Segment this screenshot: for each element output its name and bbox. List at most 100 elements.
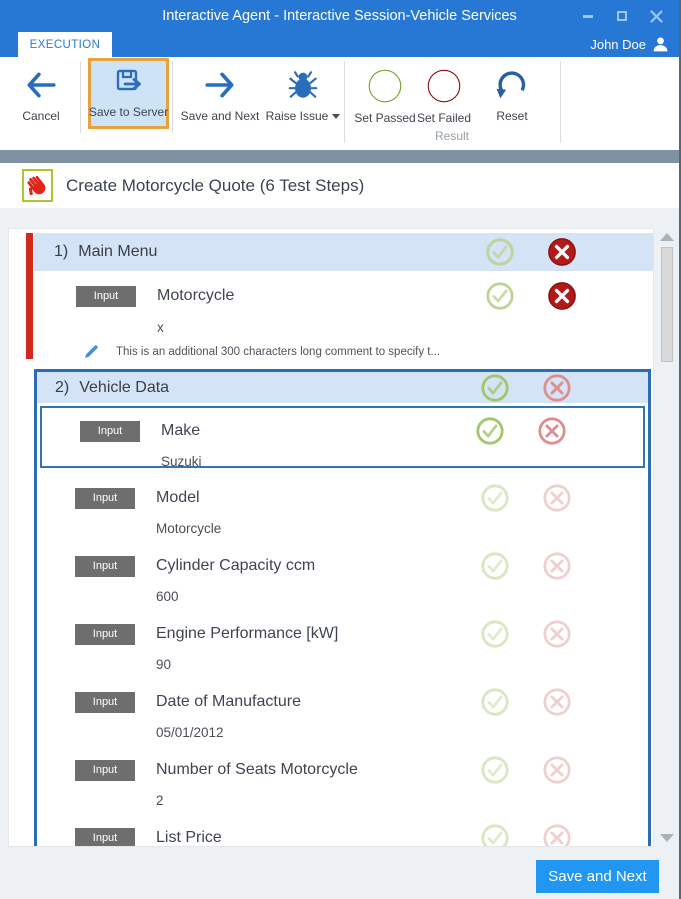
input-value: 600	[156, 589, 179, 604]
manual-step-box	[22, 169, 53, 202]
failed-indicator-bar	[26, 233, 33, 359]
content-gap	[0, 208, 679, 228]
input-label: Cylinder Capacity ccm	[156, 557, 316, 574]
save-and-next-footer-button[interactable]: Save and Next	[536, 860, 659, 893]
set-failed-label: Set Failed	[416, 111, 472, 125]
save-icon	[116, 69, 141, 91]
pass-icon[interactable]	[485, 281, 515, 311]
step-number: 2)	[55, 378, 70, 396]
pass-icon[interactable]	[480, 619, 510, 649]
fail-icon[interactable]	[542, 687, 572, 717]
pass-icon[interactable]	[480, 687, 510, 717]
fail-icon[interactable]	[537, 416, 567, 446]
arrow-right-icon	[205, 72, 234, 98]
fail-icon[interactable]	[547, 237, 577, 267]
input-row-motorcycle[interactable]: Input Motorcycle x This is an additional…	[34, 281, 653, 361]
set-passed-label: Set Passed	[354, 111, 416, 125]
pass-icon[interactable]	[480, 823, 510, 847]
session-header: Create Motorcycle Quote (6 Test Steps)	[0, 163, 679, 208]
window-controls	[571, 0, 673, 32]
scrollbar[interactable]	[657, 229, 677, 846]
save-and-next-button[interactable]: Save and Next	[176, 62, 264, 123]
test-step-2: 2) Vehicle Data Input Make Suzuki Input …	[34, 369, 651, 847]
fail-icon[interactable]	[547, 281, 577, 311]
footer-bar: Save and Next	[0, 847, 679, 899]
raise-issue-label: Raise Issue	[265, 109, 329, 123]
input-value: 90	[156, 657, 172, 672]
user-menu[interactable]: John Doe	[590, 32, 669, 57]
fail-icon[interactable]	[542, 619, 572, 649]
input-badge: Input	[75, 555, 135, 577]
fail-icon[interactable]	[542, 755, 572, 785]
cancel-button[interactable]: Cancel	[10, 62, 72, 123]
pass-icon[interactable]	[480, 551, 510, 581]
user-icon	[653, 37, 668, 52]
test-step-1: 1) Main Menu Input Motorcycle x This is …	[9, 233, 653, 359]
close-icon	[649, 9, 663, 23]
raise-issue-button[interactable]: Raise Issue	[265, 62, 341, 123]
input-label: Number of Seats Motorcycle	[156, 761, 358, 778]
set-passed-icon	[368, 69, 402, 103]
set-failed-button[interactable]: Set Failed	[416, 62, 472, 125]
input-row-date-of-manufacture[interactable]: Input Date of Manufacture 05/01/2012	[37, 675, 648, 743]
pass-icon[interactable]	[485, 237, 515, 267]
reset-button[interactable]: Reset	[486, 62, 538, 123]
pass-icon[interactable]	[475, 416, 505, 446]
toolbar-separator	[560, 61, 561, 143]
fail-icon[interactable]	[542, 551, 572, 581]
comment-text: This is an additional 300 characters lon…	[116, 346, 441, 358]
save-and-next-label: Save and Next	[180, 109, 260, 123]
titlebar: Interactive Agent - Interactive Session-…	[0, 0, 679, 32]
tab-execution[interactable]: EXECUTION	[18, 32, 112, 57]
input-badge: Input	[75, 691, 135, 713]
fail-icon[interactable]	[542, 373, 572, 403]
toolbar-separator	[80, 61, 81, 133]
tab-bar: EXECUTION John Doe	[0, 32, 679, 57]
input-value: x	[157, 320, 164, 335]
pencil-icon[interactable]	[82, 343, 100, 361]
divider-bar	[0, 150, 679, 163]
input-row-engine-performance[interactable]: Input Engine Performance [kW] 90	[37, 607, 648, 675]
input-row-make-selected[interactable]: Input Make Suzuki	[40, 406, 645, 469]
input-badge: Input	[75, 759, 135, 781]
input-badge: Input	[75, 487, 135, 509]
input-label: Date of Manufacture	[156, 693, 301, 710]
test-steps-panel: 1) Main Menu Input Motorcycle x This is …	[8, 228, 654, 847]
scroll-down-arrow[interactable]	[660, 834, 674, 842]
input-value: 2	[156, 793, 164, 808]
pass-icon[interactable]	[480, 483, 510, 513]
pass-icon[interactable]	[480, 373, 510, 403]
close-button[interactable]	[639, 2, 673, 30]
step-number: 1)	[54, 243, 69, 260]
input-value: Motorcycle	[156, 521, 222, 536]
red-hand-icon	[27, 176, 46, 196]
cancel-label: Cancel	[22, 109, 60, 123]
pass-icon[interactable]	[480, 755, 510, 785]
step-name: Vehicle Data	[79, 378, 170, 396]
save-to-server-button[interactable]: Save to Server	[88, 58, 169, 129]
step-2-header[interactable]: 2) Vehicle Data	[37, 372, 648, 403]
fail-icon[interactable]	[542, 483, 572, 513]
input-row-model[interactable]: Input Model Motorcycle	[37, 471, 648, 539]
minimize-button[interactable]	[571, 2, 605, 30]
step-1-header[interactable]: 1) Main Menu	[34, 233, 653, 271]
input-row-cylinder-capacity[interactable]: Input Cylinder Capacity ccm 600	[37, 539, 648, 607]
result-group-label: Result	[434, 129, 469, 143]
reset-label: Reset	[496, 109, 528, 123]
app-window: Interactive Agent - Interactive Session-…	[0, 0, 681, 899]
maximize-button[interactable]	[605, 2, 639, 30]
step-name: Main Menu	[78, 243, 158, 260]
input-row-number-of-seats[interactable]: Input Number of Seats Motorcycle 2	[37, 743, 648, 811]
scroll-up-arrow[interactable]	[660, 233, 674, 241]
scrollbar-thumb[interactable]	[661, 247, 673, 362]
input-row-list-price[interactable]: Input List Price	[37, 811, 648, 847]
input-label: Engine Performance [kW]	[156, 625, 339, 642]
input-value: 05/01/2012	[156, 725, 224, 740]
input-label: Make	[161, 422, 201, 439]
input-badge: Input	[75, 623, 135, 645]
fail-icon[interactable]	[542, 823, 572, 847]
input-badge: Input	[80, 420, 140, 442]
user-name: John Doe	[590, 37, 646, 52]
set-passed-button[interactable]: Set Passed	[352, 62, 418, 125]
session-title: Create Motorcycle Quote (6 Test Steps)	[66, 175, 365, 195]
